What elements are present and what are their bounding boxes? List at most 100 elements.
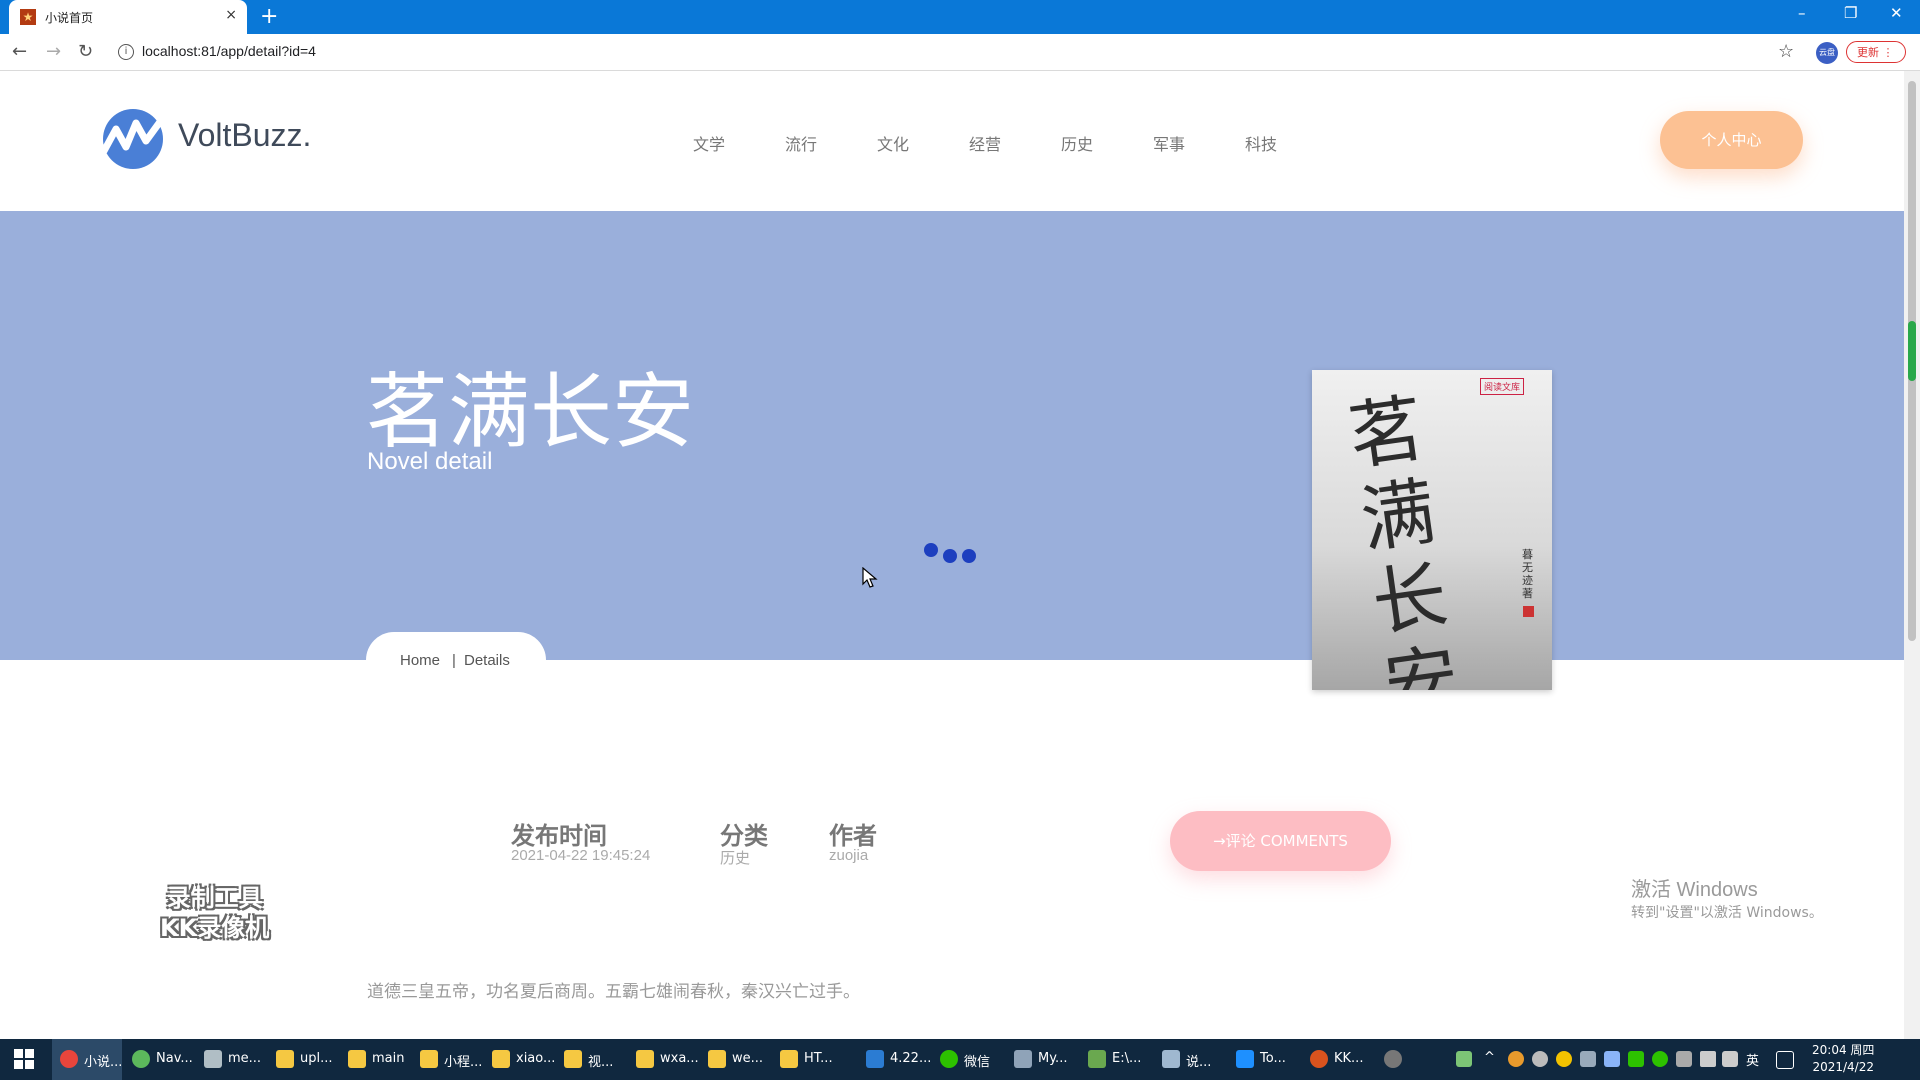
- taskbar-label: xiao...: [516, 1051, 556, 1066]
- taskbar-wechat[interactable]: 微信: [932, 1039, 1004, 1080]
- vscode-icon: [866, 1050, 884, 1068]
- bookmark-star-icon[interactable]: ☆: [1778, 41, 1794, 62]
- taskbar-folder-main[interactable]: main: [340, 1039, 410, 1080]
- forward-arrow-icon[interactable]: →: [46, 41, 61, 62]
- hero-subtitle: Novel detail: [367, 448, 493, 475]
- personal-center-button[interactable]: 个人中心: [1660, 111, 1803, 169]
- recorder-line-2: KK录像机: [160, 914, 270, 942]
- taskbar-folder-xiao[interactable]: xiao...: [484, 1039, 556, 1080]
- battery-icon[interactable]: [1456, 1051, 1472, 1067]
- profile-avatar[interactable]: 云盘: [1816, 42, 1838, 64]
- taskbar-editor[interactable]: E:\...: [1080, 1039, 1152, 1080]
- publish-time-label: 发布时间: [511, 822, 607, 850]
- system-clock[interactable]: 20:04 周四 2021/4/22: [1812, 1042, 1874, 1076]
- restore-button[interactable]: ❐: [1844, 4, 1857, 22]
- tray-app-icon[interactable]: [1580, 1051, 1596, 1067]
- address-input[interactable]: localhost:81/app/detail?id=4: [142, 43, 316, 59]
- nav-item-military[interactable]: 军事: [1153, 131, 1185, 155]
- windows-start-icon[interactable]: [14, 1049, 34, 1069]
- windows-activation-notice: 激活 Windows 转到"设置"以激活 Windows。: [1631, 873, 1823, 922]
- taskbar-folder-ht[interactable]: HT...: [772, 1039, 842, 1080]
- back-arrow-icon[interactable]: ←: [12, 41, 27, 62]
- taskbar-label: 小说...: [84, 1055, 123, 1070]
- tray-app-icon[interactable]: [1532, 1051, 1548, 1067]
- mouse-cursor-icon: [862, 567, 878, 588]
- nav-item-history[interactable]: 历史: [1061, 131, 1093, 155]
- taskbar-doc[interactable]: 说...: [1154, 1039, 1226, 1080]
- wifi-icon[interactable]: [1700, 1051, 1716, 1067]
- logo-text: VoltBuzz.: [178, 117, 312, 153]
- tray-app-icon[interactable]: [1556, 1051, 1572, 1067]
- browser-update-button[interactable]: 更新 ⋮: [1846, 41, 1906, 63]
- close-window-button[interactable]: ✕: [1890, 4, 1903, 22]
- navicat-icon: [132, 1050, 150, 1068]
- folder-icon: [564, 1050, 582, 1068]
- tray-app-icon[interactable]: [1508, 1051, 1524, 1067]
- taskbar-misc-app[interactable]: [1376, 1039, 1416, 1080]
- taskbar-navicat[interactable]: Nav...: [124, 1039, 194, 1080]
- nav-item-literature[interactable]: 文学: [693, 131, 725, 155]
- recorder-line-1: 录制工具: [166, 884, 263, 912]
- tray-expand-icon[interactable]: ^: [1484, 1050, 1495, 1065]
- taskbar-folder-wxa[interactable]: wxa...: [628, 1039, 699, 1080]
- mysql-icon: [1014, 1050, 1032, 1068]
- browser-tab[interactable]: ★ 小说首页 ×: [9, 0, 247, 34]
- taskbar-label: E:\...: [1112, 1051, 1142, 1066]
- browser-toolbar: ← → ↻ i localhost:81/app/detail?id=4 ☆ 云…: [0, 34, 1920, 71]
- taskbar-label: me...: [228, 1051, 262, 1066]
- kk-recorder-icon: [1310, 1050, 1328, 1068]
- ime-indicator[interactable]: 英: [1746, 1050, 1759, 1069]
- taskbar-folder-we[interactable]: we...: [700, 1039, 770, 1080]
- minimize-button[interactable]: –: [1798, 4, 1806, 22]
- comments-button[interactable]: →评论 COMMENTS: [1170, 811, 1391, 871]
- folder-icon: [636, 1050, 654, 1068]
- hero-banner: 茗满长安 Novel detail: [0, 211, 1904, 660]
- folder-icon: [276, 1050, 294, 1068]
- taskbar-mysql[interactable]: My...: [1006, 1039, 1078, 1080]
- cover-calligraphy: 茗满长安: [1343, 385, 1465, 690]
- nav-item-popular[interactable]: 流行: [785, 131, 817, 155]
- loader-dot: [943, 549, 957, 563]
- keyboard-icon[interactable]: [1776, 1051, 1794, 1069]
- author-value: zuojia: [829, 847, 869, 864]
- recorder-watermark: 录制工具 KK录像机: [160, 883, 269, 943]
- book-cover-image: 阅读文库 茗满长安 暮无迹著: [1312, 370, 1552, 690]
- breadcrumb-home[interactable]: Home: [400, 652, 440, 669]
- site-info-icon[interactable]: i: [118, 44, 134, 60]
- taskbar-folder-upl[interactable]: upl...: [268, 1039, 338, 1080]
- clock-date: 2021/4/22: [1812, 1060, 1874, 1074]
- taskbar-chrome[interactable]: 小说...: [52, 1039, 122, 1080]
- app-icon: [204, 1050, 222, 1068]
- taskbar-vscode[interactable]: 4.22...: [858, 1039, 931, 1080]
- site-favicon-icon: ★: [20, 9, 36, 25]
- cover-seal-icon: [1523, 606, 1534, 617]
- page-scrollbar[interactable]: [1904, 71, 1920, 1039]
- tray-app-icon[interactable]: [1628, 1051, 1644, 1067]
- chrome-icon: [60, 1050, 78, 1068]
- nav-item-culture[interactable]: 文化: [877, 131, 909, 155]
- tray-app-icon[interactable]: [1604, 1051, 1620, 1067]
- cover-calligraphy-text: 茗满长安: [1343, 385, 1465, 690]
- nav-item-technology[interactable]: 科技: [1245, 131, 1277, 155]
- nav-item-business[interactable]: 经营: [969, 131, 1001, 155]
- todo-icon: [1236, 1050, 1254, 1068]
- taskbar-todo[interactable]: To...: [1228, 1039, 1300, 1080]
- taskbar-folder-video[interactable]: 视...: [556, 1039, 626, 1080]
- app-icon: [1384, 1050, 1402, 1068]
- taskbar-me[interactable]: me...: [196, 1039, 266, 1080]
- loader-dot: [962, 549, 976, 563]
- new-tab-button[interactable]: +: [260, 4, 278, 29]
- taskbar-label: upl...: [300, 1051, 333, 1066]
- taskbar-label: 视...: [588, 1055, 614, 1070]
- tab-close-icon[interactable]: ×: [225, 7, 237, 23]
- breadcrumb: Home | Details: [366, 632, 546, 688]
- reload-icon[interactable]: ↻: [78, 41, 93, 62]
- network-icon[interactable]: [1676, 1051, 1692, 1067]
- taskbar-kk-recorder[interactable]: KK...: [1302, 1039, 1374, 1080]
- wechat-tray-icon[interactable]: [1652, 1051, 1668, 1067]
- novel-intro-text: 道德三皇五帝，功名夏后商周。五霸七雄闹春秋，秦汉兴亡过手。: [367, 982, 860, 1002]
- taskbar-folder-miniprogram[interactable]: 小程...: [412, 1039, 482, 1080]
- loader-dot: [924, 543, 938, 557]
- category-value: 历史: [720, 850, 751, 867]
- volume-muted-icon[interactable]: [1722, 1051, 1738, 1067]
